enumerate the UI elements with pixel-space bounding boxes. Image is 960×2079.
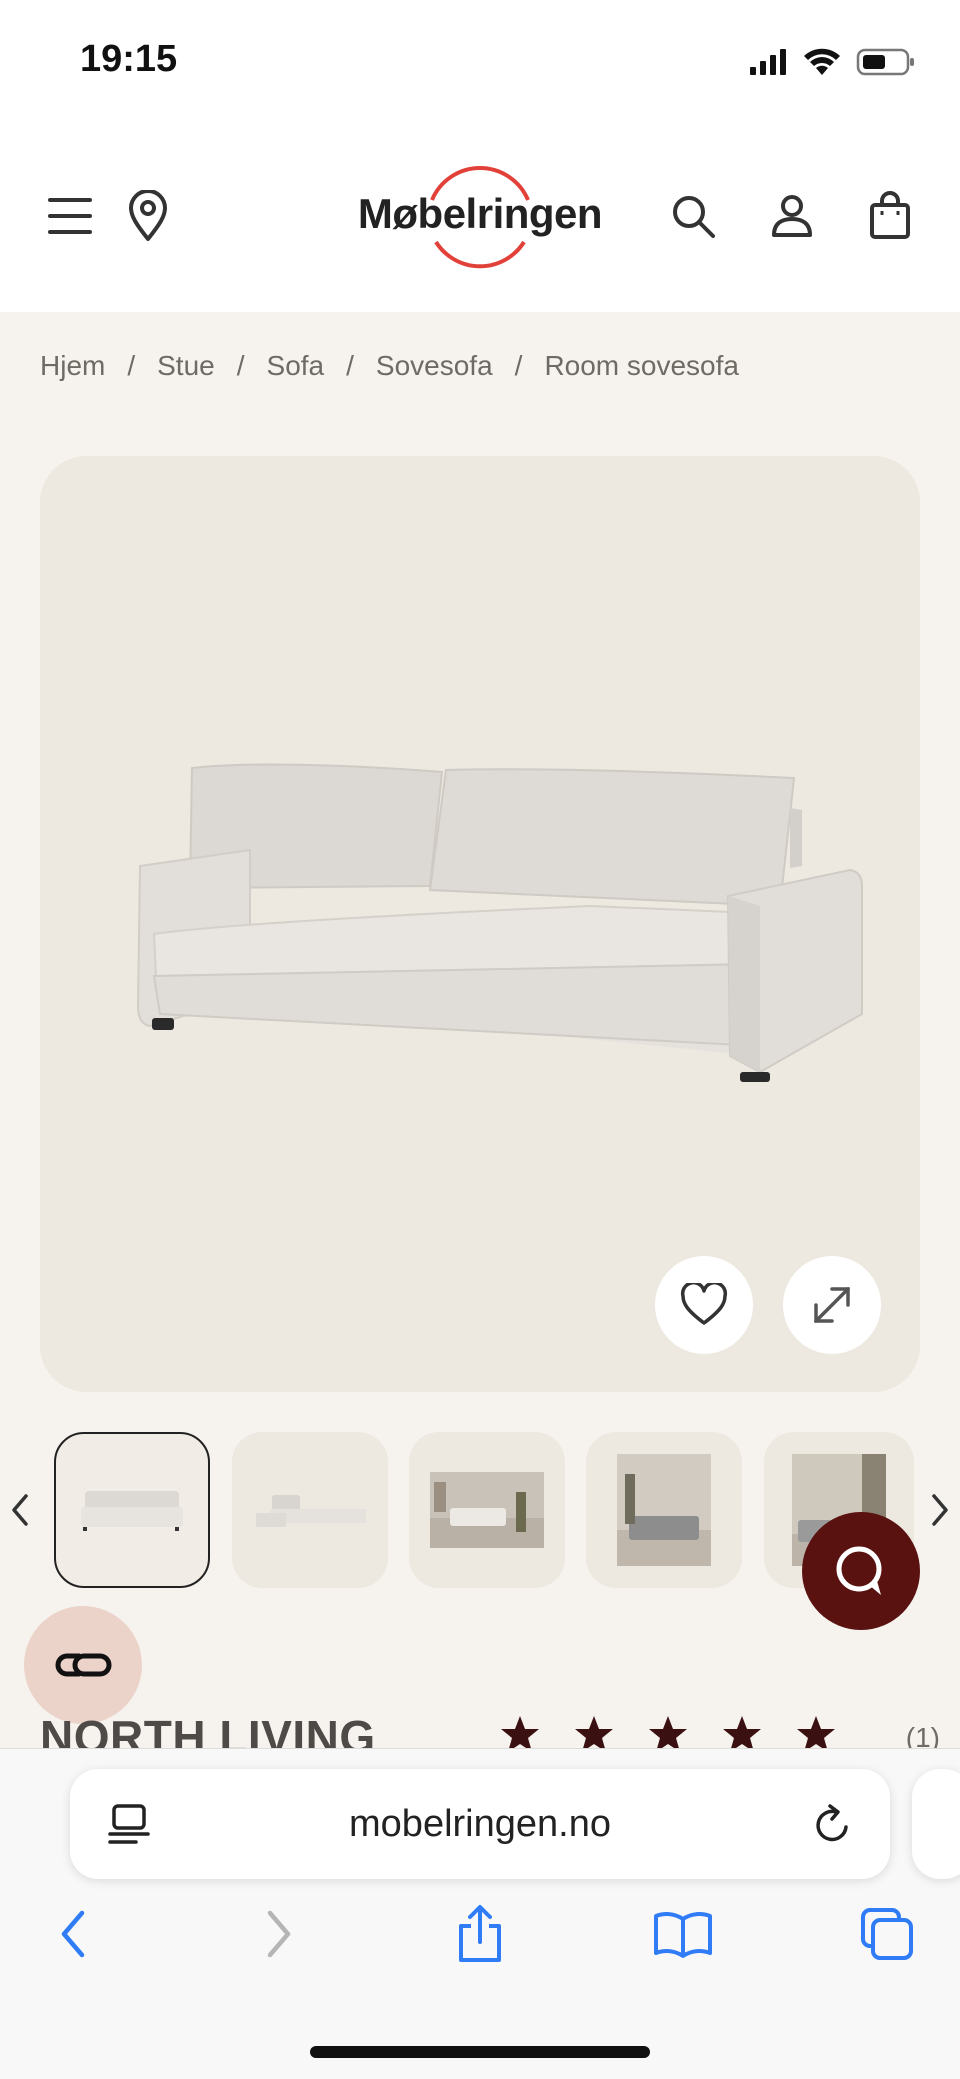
share-icon [459,1905,501,1962]
star-icon [649,1716,687,1748]
tabs-button[interactable] [852,1899,922,1969]
status-time: 19:15 [80,38,178,80]
wifi-icon [804,48,840,75]
breadcrumb-item[interactable]: Hjem [40,350,105,382]
thumbnail-sofa-bed-open[interactable] [232,1432,388,1588]
thumbnail-living-room-2[interactable] [586,1432,742,1588]
cellular-signal-icon [750,49,786,75]
star-icon [797,1716,835,1748]
carousel-prev-button[interactable] [0,1480,40,1540]
search-icon[interactable] [665,188,721,244]
url-text: mobelringen.no [349,1803,611,1845]
status-bar: 19:15 [0,0,960,120]
heart-icon [680,1283,728,1325]
chevron-right-icon [267,1910,291,1958]
chevron-left-icon [12,1494,28,1526]
fullscreen-button[interactable] [783,1256,881,1354]
star-icon [575,1716,613,1748]
home-indicator [310,2046,650,2058]
product-brand-row: NORTH LIVING (1) [40,1700,940,1748]
chat-bubble-icon [836,1546,882,1595]
reload-icon[interactable] [810,1803,854,1847]
breadcrumb-separator: / [236,350,245,381]
forward-button[interactable] [244,1899,314,1969]
next-tab-preview[interactable] [912,1769,960,1879]
thumbnail-image [256,1495,366,1527]
shopping-bag-icon[interactable] [862,188,918,244]
status-icons [748,42,916,82]
star-icon [723,1716,761,1748]
product-image-main[interactable] [40,456,920,1392]
store-location-icon[interactable] [120,188,176,244]
review-count[interactable]: (1) [906,1722,940,1748]
thumbnail-image [430,1472,544,1548]
breadcrumb-item[interactable]: Stue [157,350,215,382]
site-header: Møbelringen [0,120,960,312]
browser-toolbar: mobelringen.no [0,1748,960,2079]
tabs-icon [861,1908,913,1960]
star-icon [501,1716,539,1748]
share-button[interactable] [445,1899,515,1969]
wishlist-button[interactable] [655,1256,753,1354]
thumbnail-living-room-1[interactable] [409,1432,565,1588]
breadcrumb-item[interactable]: Sovesofa [376,350,493,382]
sofa-image [136,763,863,1082]
bookmarks-button[interactable] [648,1899,718,1969]
logo-text: Møbelringen [357,190,603,237]
thumbnail-image [617,1454,711,1566]
back-button[interactable] [38,1899,108,1969]
breadcrumb-separator: / [127,350,136,381]
thumbnail-image [81,1491,183,1531]
co-logo-icon [55,1653,112,1677]
address-bar[interactable]: mobelringen.no [70,1769,890,1879]
book-icon [654,1912,712,1958]
product-brand[interactable]: NORTH LIVING [40,1710,376,1748]
battery-icon [856,48,914,76]
chat-button[interactable] [802,1512,920,1630]
breadcrumb-separator: / [514,350,523,381]
expand-icon [814,1287,850,1323]
menu-icon[interactable] [42,188,98,244]
site-logo[interactable]: Møbelringen [350,150,610,280]
chevron-left-icon [61,1910,85,1958]
carousel-next-button[interactable] [920,1480,960,1540]
breadcrumb-current: Room sovesofa [544,350,739,381]
rating-stars[interactable] [500,1714,836,1748]
account-icon[interactable] [764,188,820,244]
breadcrumb-item[interactable]: Sofa [267,350,325,382]
chevron-right-icon [932,1494,948,1526]
breadcrumb-separator: / [346,350,354,381]
breadcrumb: Hjem / Stue / Sofa / Sovesofa / Room sov… [40,350,739,382]
thumbnail-sofa-front[interactable] [54,1432,210,1588]
